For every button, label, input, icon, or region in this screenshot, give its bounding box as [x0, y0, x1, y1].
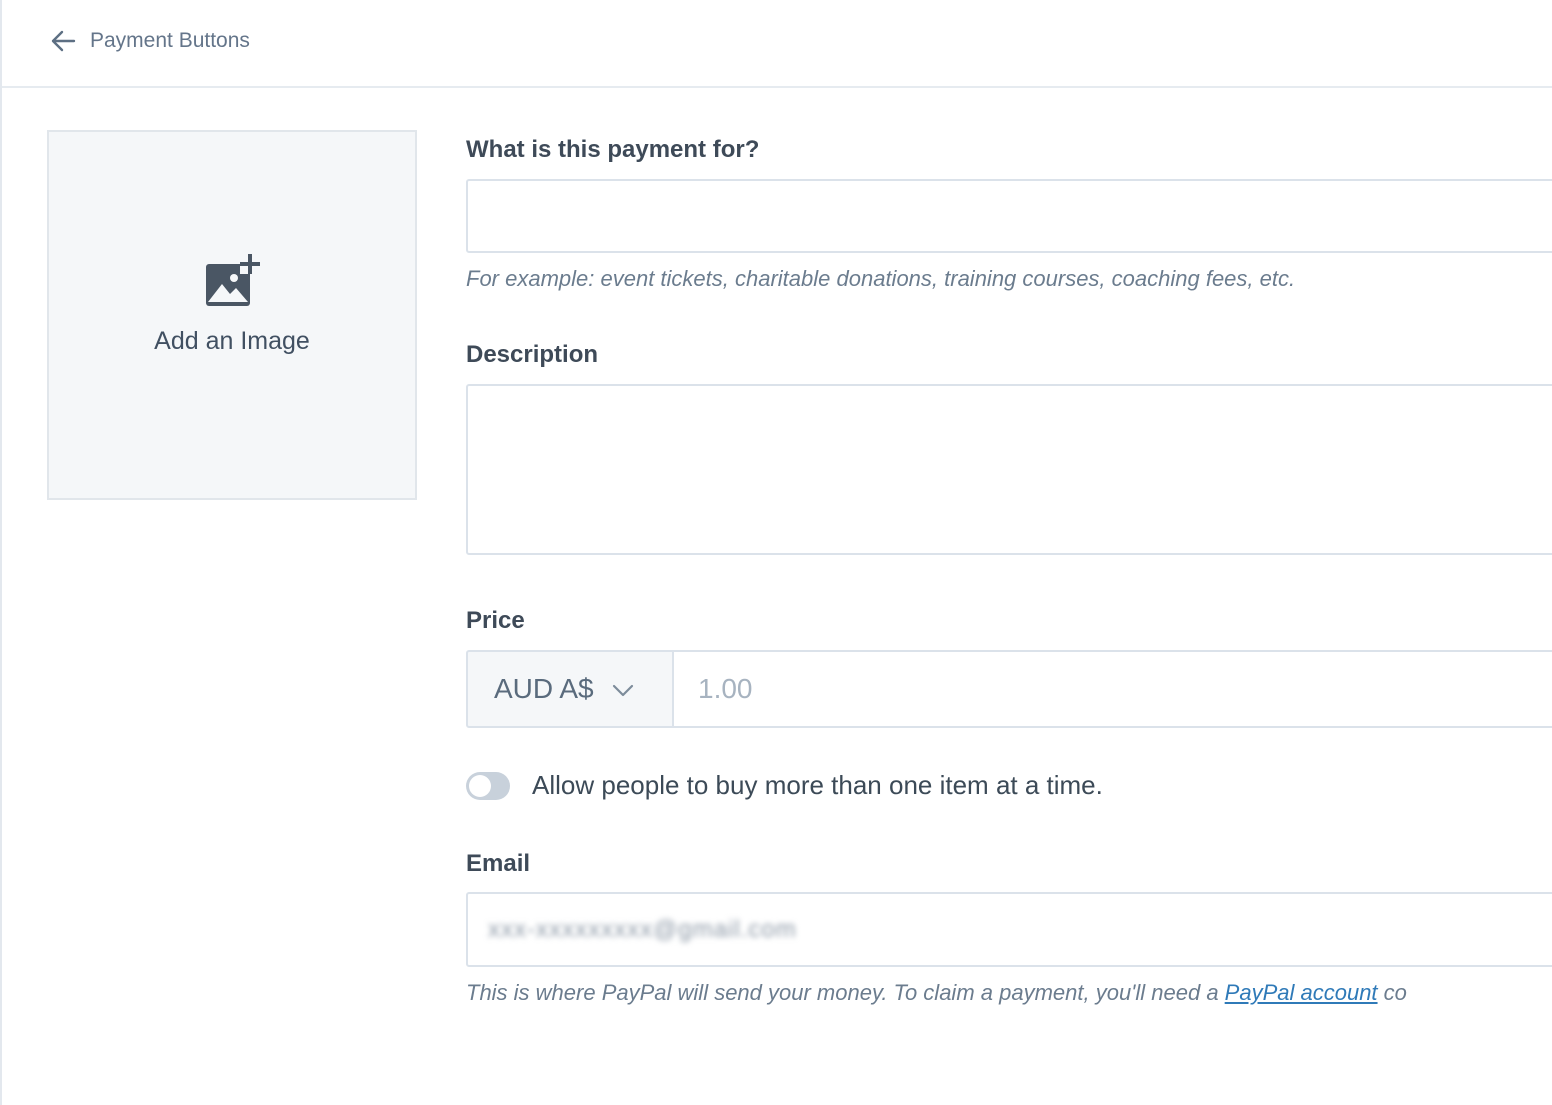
email-value-obscured: xxx-xxxxxxxxx@gmail.com [488, 915, 797, 943]
left-border [0, 0, 2, 1105]
paypal-account-link[interactable]: PayPal account [1225, 980, 1378, 1005]
description-textarea[interactable] [466, 384, 1552, 555]
chevron-down-icon [612, 673, 634, 705]
multi-item-label: Allow people to buy more than one item a… [532, 770, 1103, 800]
description-label: Description [466, 341, 599, 368]
payment-for-input[interactable] [466, 179, 1552, 253]
email-hint: This is where PayPal will send your mone… [466, 980, 1407, 1006]
currency-select[interactable]: AUD A$ [466, 650, 674, 728]
image-add-icon [204, 254, 260, 315]
arrow-left-icon [50, 28, 76, 54]
payment-for-label: What is this payment for? [466, 136, 760, 163]
price-label: Price [466, 607, 525, 634]
top-bar: Payment Buttons [2, 0, 1552, 88]
toggle-knob [469, 774, 491, 797]
back-link-label: Payment Buttons [90, 29, 250, 52]
price-amount-input[interactable] [674, 650, 1552, 728]
payment-for-hint: For example: event tickets, charitable d… [466, 266, 1296, 291]
email-hint-suffix: co [1377, 980, 1407, 1005]
email-input[interactable]: xxx-xxxxxxxxx@gmail.com [466, 892, 1552, 967]
currency-value: AUD A$ [494, 673, 594, 704]
email-label: Email [466, 850, 531, 877]
price-input-group: AUD A$ [466, 650, 1552, 728]
back-to-payment-buttons-link[interactable]: Payment Buttons [50, 24, 250, 58]
multi-item-row: Allow people to buy more than one item a… [466, 770, 1103, 801]
email-hint-text: This is where PayPal will send your mone… [466, 980, 1225, 1005]
add-image-area[interactable]: Add an Image [47, 130, 417, 500]
multi-item-toggle[interactable] [466, 771, 510, 800]
add-image-label: Add an Image [154, 327, 310, 355]
